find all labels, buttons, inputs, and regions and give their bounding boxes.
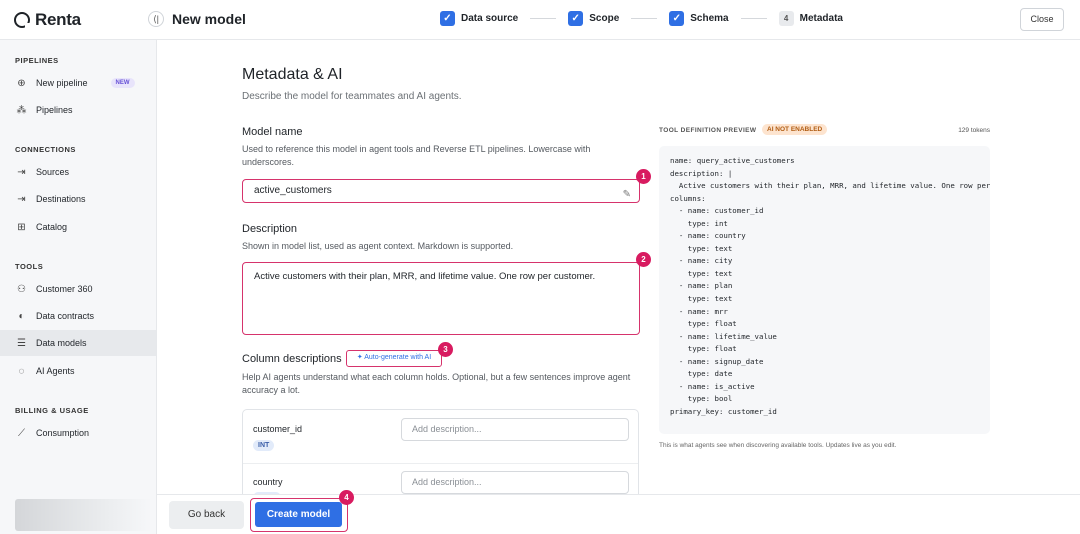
description-help: Shown in model list, used as agent conte… <box>242 241 514 251</box>
sidebar-item-new-pipeline[interactable]: ⊕ New pipeline NEW <box>0 70 156 96</box>
destination-icon: ⇥ <box>17 193 26 205</box>
sidebar-item-data-contracts[interactable]: ◐ Data contracts <box>0 303 156 329</box>
annotation-marker: 2 <box>636 252 651 267</box>
sidebar-item-label: Destinations <box>36 194 86 204</box>
model-name-label: Model name <box>242 126 303 138</box>
page-title: New model <box>172 11 246 27</box>
column-name: country <box>253 477 283 487</box>
sidebar-item-label: Catalog <box>36 222 68 232</box>
step-label: Schema <box>690 13 729 24</box>
sidebar-item-label: Data contracts <box>36 311 95 321</box>
sidebar-item-catalog[interactable]: ⊞ Catalog <box>0 214 156 240</box>
column-description-input[interactable]: Add description... <box>401 471 629 494</box>
user-account-card[interactable] <box>15 499 152 531</box>
column-description-table: customer_id INT Add description... count… <box>242 409 639 494</box>
table-row: customer_id INT Add description... <box>243 410 638 464</box>
preview-footnote: This is what agents see when discovering… <box>659 442 897 449</box>
sidebar-item-ai-agents[interactable]: ◌ AI Agents <box>0 358 156 384</box>
tool-definition-preview: name: query_active_customers description… <box>659 146 990 434</box>
step-number: 4 <box>778 11 794 26</box>
step-scope[interactable]: ✓ Scope <box>568 11 619 26</box>
description-field[interactable]: Active customers with their plan, MRR, a… <box>242 262 640 335</box>
sidebar-item-label: Pipelines <box>36 105 73 115</box>
column-descriptions-label: Column descriptions <box>242 353 342 365</box>
type-badge: INT <box>253 440 275 451</box>
model-name-help: Used to reference this model in agent to… <box>242 144 591 167</box>
sidebar-item-customer-360[interactable]: ⚇ Customer 360 <box>0 276 156 302</box>
sidebar-item-label: Sources <box>36 167 70 177</box>
plus-circle-icon: ⊕ <box>17 77 26 89</box>
annotation-marker: 3 <box>438 342 453 357</box>
sidebar-section-title: CONNECTIONS <box>15 145 76 154</box>
database-icon: ☰ <box>17 337 26 349</box>
sidebar-item-label: AI Agents <box>36 366 75 376</box>
step-label: Metadata <box>799 13 843 24</box>
check-icon: ✓ <box>440 11 455 26</box>
create-model-highlight: Create model <box>250 498 348 532</box>
sidebar-section-title: PIPELINES <box>15 56 59 65</box>
token-count: 129 tokens <box>958 127 990 134</box>
column-descriptions-help: Help AI agents understand what each colu… <box>242 372 631 395</box>
step-connector <box>631 18 658 19</box>
step-connector <box>530 18 557 19</box>
step-connector <box>740 18 767 19</box>
logo-text: Renta <box>35 10 81 29</box>
sidebar-item-destinations[interactable]: ⇥ Destinations <box>0 186 156 212</box>
logo-icon <box>14 12 31 29</box>
sidebar-item-label: Customer 360 <box>36 284 93 294</box>
create-model-button[interactable]: Create model <box>255 502 342 527</box>
chat-icon: ◌ <box>18 365 25 377</box>
section-title: Metadata & AI <box>242 66 343 83</box>
description-label: Description <box>242 223 298 235</box>
top-bar: Renta ⟨| New model ✓ Data source ✓ Scope… <box>0 0 1080 40</box>
sidebar-item-label: Data models <box>36 338 87 348</box>
pencil-icon[interactable]: ✎ <box>623 184 631 205</box>
sidebar-section-title: BILLING & USAGE <box>15 406 89 415</box>
annotation-marker: 4 <box>339 490 354 505</box>
ai-status-badge: AI NOT ENABLED <box>762 124 828 135</box>
user-icon: ⚇ <box>17 283 26 295</box>
close-button[interactable]: Close <box>1020 8 1064 31</box>
section-subtitle: Describe the model for teammates and AI … <box>242 91 462 102</box>
step-schema[interactable]: ✓ Schema <box>669 11 729 26</box>
model-name-field[interactable]: active_customers ✎ <box>242 179 640 203</box>
sidebar-item-data-models[interactable]: ☰ Data models <box>0 330 156 356</box>
main-content: Metadata & AI Describe the model for tea… <box>157 40 1080 494</box>
step-label: Scope <box>589 13 620 24</box>
tool-definition-code: name: query_active_customers description… <box>670 156 990 416</box>
column-description-input[interactable]: Add description... <box>401 418 629 441</box>
sidebar: PIPELINES ⊕ New pipeline NEW ⁂ Pipelines… <box>0 40 157 534</box>
sidebar-item-label: New pipeline <box>36 78 88 88</box>
sidebar-item-pipelines[interactable]: ⁂ Pipelines <box>0 97 156 123</box>
new-badge: NEW <box>110 78 135 88</box>
sidebar-item-consumption[interactable]: ⟋ Consumption <box>0 420 156 446</box>
sidebar-item-label: Consumption <box>36 428 90 438</box>
annotation-marker: 1 <box>636 169 651 184</box>
step-label: Data source <box>461 13 519 24</box>
model-name-value: active_customers <box>254 185 332 196</box>
column-name: customer_id <box>253 424 303 434</box>
auto-generate-ai-button[interactable]: ✦ Auto-generate with AI <box>346 350 442 367</box>
stepper: ✓ Data source ✓ Scope ✓ Schema 4 Metadat… <box>440 11 843 26</box>
shield-icon: ◐ <box>18 310 25 322</box>
check-icon: ✓ <box>669 11 685 26</box>
sidebar-item-sources[interactable]: ⇥ Sources <box>0 159 156 185</box>
chart-icon: ⟋ <box>18 427 25 439</box>
table-row: country TEXT Add description... <box>243 464 638 494</box>
check-icon: ✓ <box>568 11 584 26</box>
source-icon: ⇥ <box>17 166 26 178</box>
footer-bar: Go back Create model 4 <box>157 490 1080 534</box>
pipelines-icon: ⁂ <box>16 104 27 116</box>
collapse-sidebar-icon[interactable]: ⟨| <box>148 11 164 27</box>
preview-title: TOOL DEFINITION PREVIEW <box>659 127 757 134</box>
step-data-source[interactable]: ✓ Data source <box>440 11 518 26</box>
logo[interactable]: Renta <box>14 10 81 30</box>
sidebar-section-title: TOOLS <box>15 262 44 271</box>
catalog-icon: ⊞ <box>17 221 26 233</box>
step-metadata[interactable]: 4 Metadata <box>778 11 843 26</box>
go-back-button[interactable]: Go back <box>169 501 244 529</box>
